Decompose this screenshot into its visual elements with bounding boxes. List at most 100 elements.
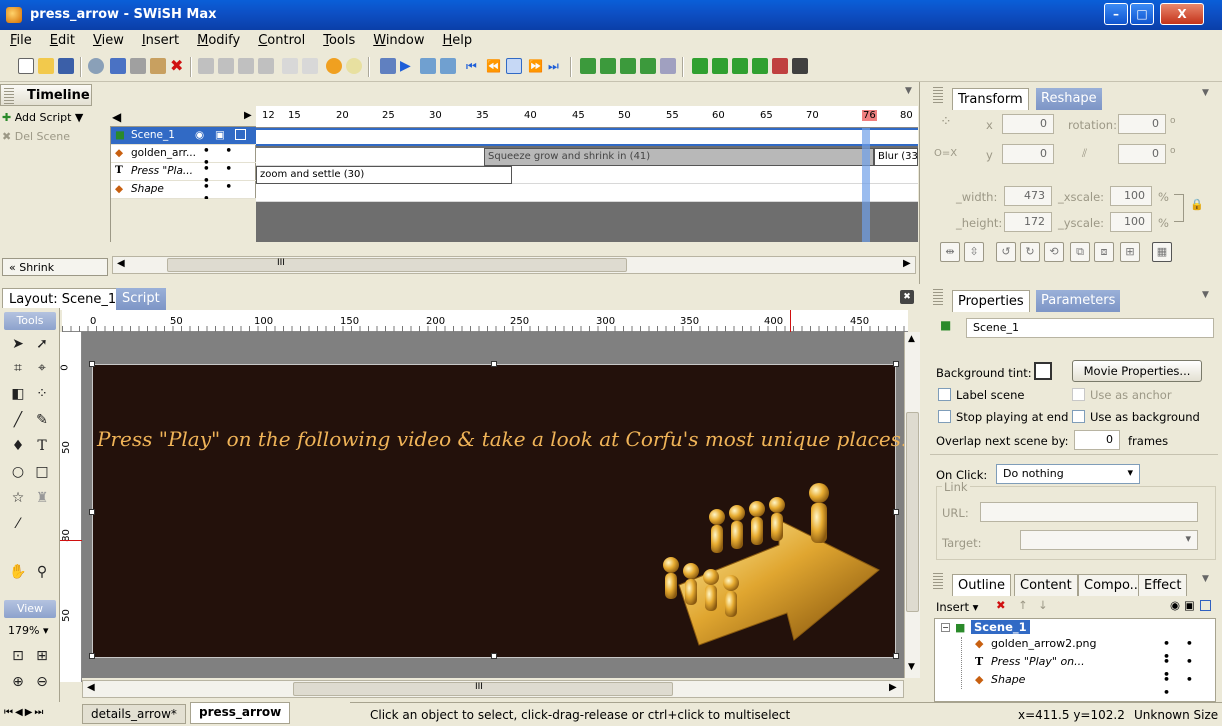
align-top-icon[interactable] bbox=[198, 58, 214, 74]
panel-menu-icon[interactable]: ▼ bbox=[1202, 88, 1209, 98]
visibility-icon[interactable]: ◉ bbox=[1170, 598, 1180, 612]
export-swf-icon[interactable] bbox=[712, 58, 728, 74]
tree-item-flags[interactable]: • • • bbox=[1163, 673, 1215, 699]
tab-transform[interactable]: Transform bbox=[952, 88, 1029, 110]
tab-content[interactable]: Content bbox=[1014, 574, 1078, 596]
move-down-icon[interactable]: ↓ bbox=[1038, 598, 1048, 612]
panel-grip-icon[interactable] bbox=[4, 88, 14, 104]
zoom-out-icon[interactable]: ⊖ bbox=[32, 672, 52, 692]
timeline-frames[interactable]: 12 15 20 25 30 35 40 45 50 55 60 65 70 7… bbox=[256, 106, 918, 242]
minimize-button[interactable]: – bbox=[1104, 3, 1128, 25]
tween-squeeze[interactable]: Squeeze grow and shrink in (41) bbox=[484, 148, 874, 166]
tab-outline[interactable]: Outline bbox=[952, 574, 1012, 596]
delete-object-icon[interactable]: ✖ bbox=[996, 598, 1006, 612]
fill-transform-icon[interactable]: ◧ bbox=[8, 384, 28, 404]
canvas-area[interactable]: Press "Play" on the following video & ta… bbox=[82, 332, 909, 678]
scroll-thumb[interactable] bbox=[167, 258, 627, 272]
stage[interactable]: Press "Play" on the following video & ta… bbox=[89, 361, 909, 659]
overlap-field[interactable]: 0 bbox=[1074, 430, 1120, 450]
ellipse-icon[interactable]: ○ bbox=[8, 462, 28, 482]
golden-arrow-image[interactable] bbox=[659, 475, 889, 655]
panel-menu-icon[interactable]: ▼ bbox=[905, 86, 912, 96]
context-help-icon[interactable] bbox=[346, 58, 362, 74]
onclick-select[interactable]: Do nothing ▾ bbox=[996, 464, 1140, 484]
first-frame-icon[interactable]: ⏮ bbox=[466, 58, 482, 74]
scroll-down-arrow-icon[interactable]: ▼ bbox=[908, 662, 915, 672]
test-in-browser-icon[interactable] bbox=[792, 58, 808, 74]
tab-properties[interactable]: Properties bbox=[952, 290, 1030, 312]
save-icon[interactable] bbox=[58, 58, 74, 74]
delete-icon[interactable]: ✖ bbox=[170, 58, 186, 74]
import-icon[interactable] bbox=[692, 58, 708, 74]
selection-handle[interactable] bbox=[89, 653, 95, 659]
selection-handle[interactable] bbox=[893, 653, 899, 659]
fast-forward-icon[interactable]: ⏩ bbox=[528, 58, 544, 74]
scroll-thumb[interactable] bbox=[906, 412, 919, 612]
close-button[interactable]: X bbox=[1160, 3, 1204, 25]
horizontal-ruler[interactable]: 0 50 100 150 200 250 300 350 400 450 bbox=[62, 310, 908, 332]
paste-transform-icon[interactable]: ⧈ bbox=[1094, 242, 1114, 262]
layer-row-text[interactable]: T Press "Pla... • • • bbox=[111, 163, 257, 187]
open-folder-icon[interactable] bbox=[38, 58, 54, 74]
menu-insert[interactable]: Insert bbox=[132, 30, 187, 48]
pencil-icon[interactable]: ✎ bbox=[32, 410, 52, 430]
scroll-thumb[interactable] bbox=[293, 682, 673, 696]
panel-menu-icon[interactable]: ▼ bbox=[1202, 574, 1209, 584]
eyedropper-icon[interactable]: ⁄ bbox=[8, 514, 28, 534]
scroll-right-arrow-icon[interactable]: ▶ bbox=[889, 682, 897, 693]
tab-layout[interactable]: Layout: Scene_1 bbox=[2, 288, 124, 310]
menu-file[interactable]: File bbox=[0, 30, 40, 48]
selection-handle[interactable] bbox=[893, 509, 899, 515]
shrink-button[interactable]: « Shrink bbox=[2, 258, 108, 276]
menu-tools[interactable]: Tools bbox=[313, 30, 363, 48]
width-field[interactable]: 473 bbox=[1004, 186, 1052, 206]
flip-horizontal-icon[interactable]: ⇹ bbox=[940, 242, 960, 262]
menu-window[interactable]: Window bbox=[363, 30, 432, 48]
insert-group-icon[interactable] bbox=[620, 58, 636, 74]
help-icon[interactable] bbox=[326, 58, 342, 74]
zoom-fit-icon[interactable]: ⊡ bbox=[8, 646, 28, 666]
menu-help[interactable]: Help bbox=[433, 30, 481, 48]
x-field[interactable]: 0 bbox=[1002, 114, 1054, 134]
bg-color-swatch[interactable] bbox=[1034, 362, 1052, 380]
tab-nav-arrows-icon[interactable]: ⏮◀▶⏭ bbox=[4, 707, 45, 718]
zoom-icon[interactable]: ⚲ bbox=[32, 562, 52, 582]
pen-icon[interactable]: ♦ bbox=[8, 436, 28, 456]
tab-script[interactable]: Script bbox=[116, 288, 166, 310]
tree-item-golden-arrow[interactable]: golden_arrow2.png bbox=[991, 637, 1097, 650]
layout-vscroll[interactable]: ▲ ▼ bbox=[904, 332, 920, 678]
visibility-icon[interactable]: ◉ bbox=[195, 129, 204, 141]
line-icon[interactable]: ╱ bbox=[8, 410, 28, 430]
flip-vertical-icon[interactable]: ⇳ bbox=[964, 242, 984, 262]
tween-blur[interactable]: Blur (33) bbox=[874, 148, 918, 166]
insert-effect-icon[interactable] bbox=[660, 58, 676, 74]
menu-view[interactable]: View bbox=[83, 30, 132, 48]
redo-icon[interactable] bbox=[302, 58, 318, 74]
reset-transform-icon[interactable]: ⊞ bbox=[1120, 242, 1140, 262]
target-select[interactable]: ▾ bbox=[1020, 530, 1198, 550]
lock-ratio-icon[interactable]: 🔒 bbox=[1190, 198, 1204, 211]
hand-icon[interactable]: ✋ bbox=[8, 562, 28, 582]
layer-row-scene[interactable]: ■ Scene_1 ◉ ▣ bbox=[111, 127, 257, 145]
yscale-field[interactable]: 100 bbox=[1110, 212, 1152, 232]
preview-icon[interactable] bbox=[772, 58, 788, 74]
lock-icon[interactable]: ▣ bbox=[1184, 598, 1195, 612]
tab-parameters[interactable]: Parameters bbox=[1036, 290, 1121, 312]
use-as-anchor-checkbox[interactable] bbox=[1072, 388, 1085, 401]
layout-hscroll[interactable]: ◀ III ▶ bbox=[82, 680, 904, 698]
outline-toggle-icon[interactable] bbox=[1200, 600, 1211, 611]
subselect-icon[interactable]: ➚ bbox=[32, 334, 52, 354]
url-field[interactable] bbox=[980, 502, 1198, 522]
play-scene-icon[interactable] bbox=[420, 58, 436, 74]
stop-icon[interactable] bbox=[380, 58, 396, 74]
insert-sprite-icon[interactable] bbox=[600, 58, 616, 74]
tab-effect[interactable]: Effect bbox=[1138, 574, 1188, 596]
timeline-ruler[interactable]: 12 15 20 25 30 35 40 45 50 55 60 65 70 7… bbox=[256, 106, 918, 128]
doc-tab-details-arrow[interactable]: details_arrow* bbox=[82, 704, 186, 724]
copy-transform-icon[interactable]: ⧉ bbox=[1070, 242, 1090, 262]
insert-scene-icon[interactable] bbox=[580, 58, 596, 74]
frame-row-scene[interactable] bbox=[256, 128, 918, 146]
tween-zoom[interactable]: zoom and settle (30) bbox=[256, 166, 512, 184]
play-frame-icon[interactable] bbox=[506, 58, 522, 74]
menu-modify[interactable]: Modify bbox=[187, 30, 248, 48]
